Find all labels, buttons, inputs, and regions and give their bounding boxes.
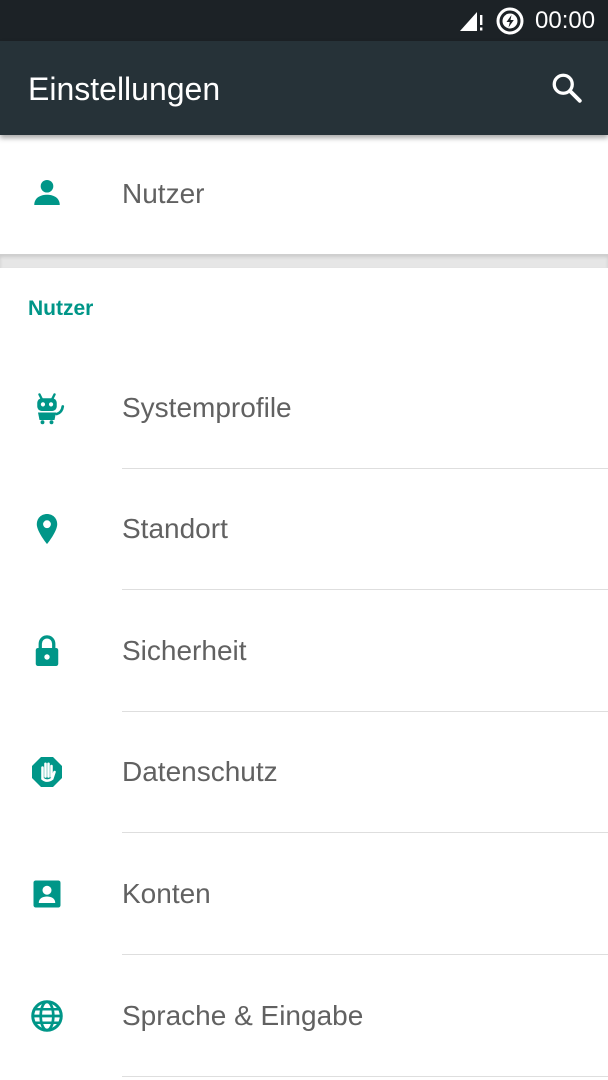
settings-item-label: Datenschutz	[122, 756, 278, 787]
list-divider	[122, 832, 608, 833]
list-divider	[122, 954, 608, 955]
user-profile-label: Nutzer	[122, 178, 205, 209]
status-time: 00:00	[535, 7, 596, 34]
signal-alert-icon	[460, 12, 483, 31]
settings-item-label: Systemprofile	[122, 392, 292, 423]
settings-item-label: Sicherheit	[122, 635, 247, 666]
search-icon[interactable]	[549, 70, 585, 106]
lock-icon	[35, 635, 59, 666]
settings-item-label: Konten	[122, 878, 211, 909]
settings-item-standort[interactable]: Standort	[0, 469, 608, 590]
section-header: Nutzer	[28, 297, 94, 320]
settings-item-systemprofile[interactable]: Systemprofile	[0, 348, 608, 469]
location-pin-icon	[36, 514, 58, 544]
list-divider	[122, 589, 608, 590]
robot-icon	[37, 393, 65, 425]
settings-item-label: Sprache & Eingabe	[122, 1000, 364, 1031]
page-title: Einstellungen	[28, 71, 221, 107]
app-bar: Einstellungen	[0, 41, 608, 135]
privacy-hand-icon	[32, 757, 62, 787]
list-divider	[122, 1076, 608, 1077]
globe-icon	[31, 1000, 63, 1032]
settings-item-label: Standort	[122, 513, 228, 544]
sync-icon	[496, 7, 524, 35]
settings-item-datenschutz[interactable]: Datenschutz	[0, 712, 608, 833]
account-box-icon	[33, 880, 61, 908]
settings-item-konten[interactable]: Konten	[0, 834, 608, 955]
status-bar: 00:00	[0, 0, 608, 41]
person-icon	[34, 179, 60, 205]
user-profile-item[interactable]: Nutzer	[0, 135, 608, 254]
settings-item-sprache-eingabe[interactable]: Sprache & Eingabe	[0, 956, 608, 1077]
section-divider	[0, 254, 608, 268]
settings-item-sicherheit[interactable]: Sicherheit	[0, 591, 608, 712]
